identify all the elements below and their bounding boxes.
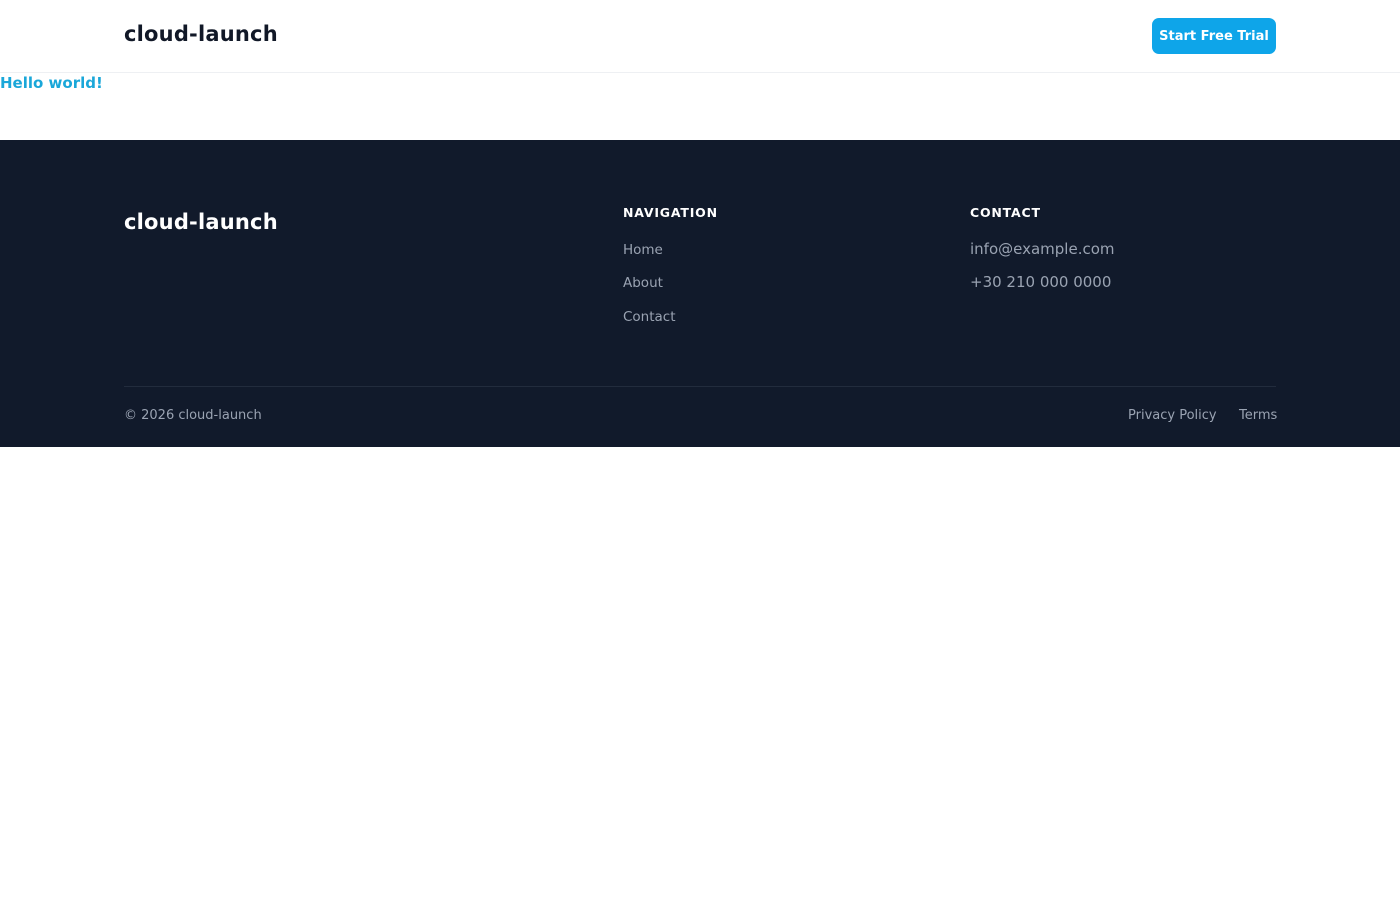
hello-world-text[interactable]: Hello world! — [0, 74, 103, 92]
footer-nav-about-link[interactable]: About — [623, 275, 663, 291]
footer-terms-link[interactable]: Terms — [1239, 408, 1277, 423]
brand-logo-text[interactable]: cloud-launch — [124, 22, 278, 46]
start-free-trial-button[interactable]: Start Free Trial — [1152, 18, 1276, 54]
footer-brand: cloud-launch — [124, 210, 278, 234]
footer-divider — [124, 386, 1276, 387]
site-footer: cloud-launch NAVIGATION Home About Conta… — [0, 140, 1400, 447]
footer-nav-home-link[interactable]: Home — [623, 242, 663, 258]
footer-nav-contact-link[interactable]: Contact — [623, 309, 676, 325]
footer-navigation-title: NAVIGATION — [623, 205, 718, 220]
site-header: cloud-launch Start Free Trial — [0, 0, 1400, 73]
footer-privacy-policy-link[interactable]: Privacy Policy — [1128, 408, 1217, 423]
footer-contact-phone[interactable]: +30 210 000 0000 — [970, 273, 1111, 291]
footer-contact-email[interactable]: info@example.com — [970, 240, 1115, 258]
footer-contact-title: CONTACT — [970, 205, 1041, 220]
footer-copyright: © 2026 cloud-launch — [124, 408, 262, 423]
